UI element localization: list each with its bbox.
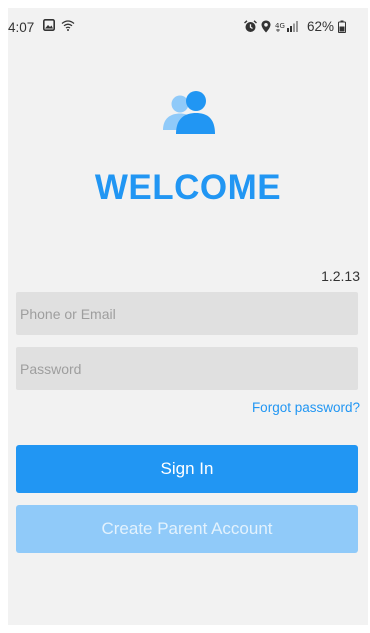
sign-in-label: Sign In <box>160 459 214 478</box>
signal-icon: 4G <box>275 20 301 33</box>
users-icon <box>163 90 215 138</box>
status-right-icons: 4G 62% <box>244 19 346 34</box>
forgot-password-link[interactable]: Forgot password? <box>252 400 360 415</box>
battery-icon <box>338 20 346 33</box>
svg-text:4G: 4G <box>275 22 285 30</box>
email-field[interactable] <box>16 292 358 335</box>
alarm-icon <box>244 20 257 33</box>
app-version: 1.2.13 <box>321 268 360 284</box>
create-account-label: Create Parent Account <box>101 519 273 538</box>
status-time: 4:07 <box>8 20 35 35</box>
image-icon <box>43 19 55 31</box>
location-icon <box>261 20 271 33</box>
login-screen: 4:07 4G 62% WELCOME 1.2.13 Phone or Emai… <box>8 8 368 625</box>
status-bar: 4:07 4G 62% <box>8 8 368 40</box>
wifi-icon <box>61 19 75 31</box>
sign-in-button[interactable]: Sign In <box>16 445 358 493</box>
welcome-title: WELCOME <box>94 168 282 207</box>
password-field[interactable] <box>16 347 358 390</box>
create-parent-account-button[interactable]: Create Parent Account <box>16 505 358 553</box>
battery-percentage: 62% <box>306 19 334 34</box>
status-left-icons <box>43 19 75 31</box>
